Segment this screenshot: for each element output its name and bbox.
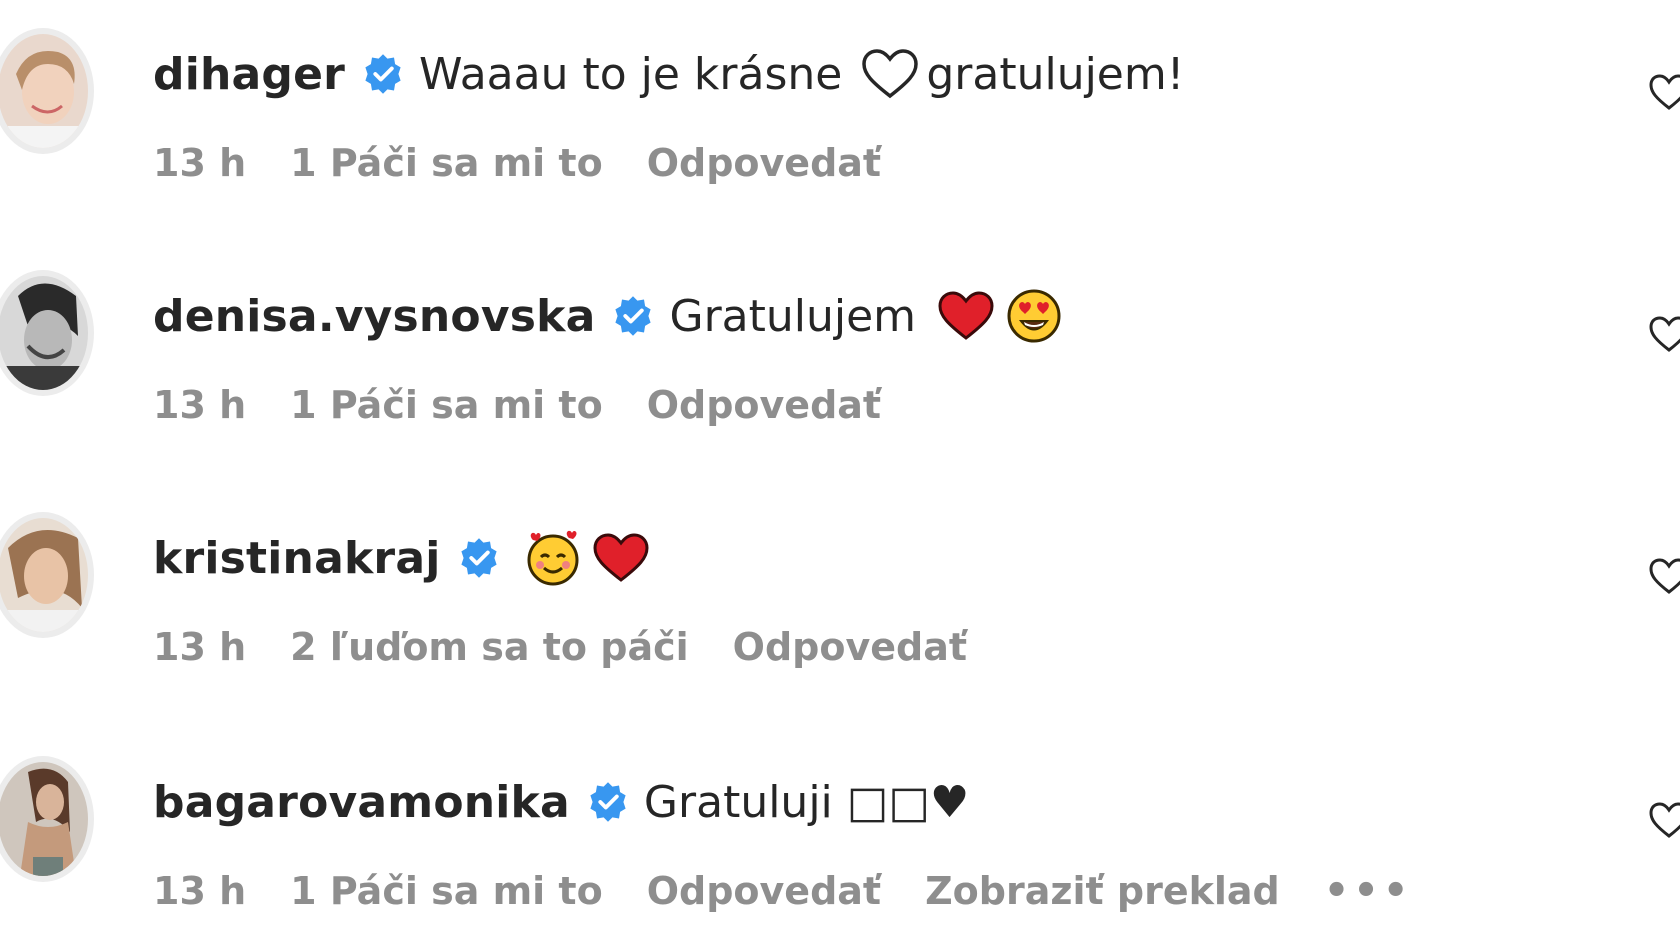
avatar[interactable] [0,270,94,396]
like-heart-icon[interactable] [1648,314,1680,356]
translate-button[interactable]: Zobraziť preklad [925,869,1280,913]
comment-text: Gratulujem [669,290,917,342]
username[interactable]: bagarovamonika [153,777,570,828]
like-heart-icon[interactable] [1648,72,1680,114]
comment-text: Gratuluji □□♥ [643,776,970,828]
like-count[interactable]: 2 ľuďom sa to páči [290,625,688,669]
like-count[interactable]: 1 Páči sa mi to [290,383,603,427]
comment-item: kristinakraj 13 h 2 ľuďom sa to páči Odp… [0,484,1680,674]
like-heart-icon[interactable] [1648,556,1680,598]
reply-button[interactable]: Odpovedať [647,141,881,185]
avatar[interactable] [0,756,94,882]
smiling-hearts-emoji [525,530,581,586]
verified-badge-icon [611,294,655,338]
verified-badge-icon [457,536,501,580]
like-count[interactable]: 1 Páči sa mi to [290,141,603,185]
comment-text-suffix: gratulujem! [926,48,1185,100]
username[interactable]: dihager [153,49,345,100]
comment-item: bagarovamonika Gratuluji □□♥ 13 h 1 Páči… [0,728,1680,918]
comment-time[interactable]: 13 h [153,625,246,669]
comment-item: denisa.vysnovska Gratulujem 13 h 1 Páči … [0,242,1680,432]
avatar[interactable] [0,28,94,154]
reply-button[interactable]: Odpovedať [647,869,881,913]
like-heart-icon[interactable] [1648,800,1680,842]
comment-time[interactable]: 13 h [153,383,246,427]
more-options-icon[interactable]: ••• [1324,868,1413,914]
verified-badge-icon [361,52,405,96]
white-heart-emoji [860,48,920,100]
username[interactable]: denisa.vysnovska [153,291,595,342]
reply-button[interactable]: Odpovedať [733,625,967,669]
red-heart-emoji [936,290,996,342]
comment-text: Waaau to je krásne [419,48,843,100]
verified-badge-icon [586,780,630,824]
heart-eyes-emoji [1006,288,1062,344]
reply-button[interactable]: Odpovedať [647,383,881,427]
comment-time[interactable]: 13 h [153,869,246,913]
red-heart-emoji [591,532,651,584]
comment-item: dihager Waaau to je krásne gratulujem! 1… [0,0,1680,190]
username[interactable]: kristinakraj [153,533,441,584]
like-count[interactable]: 1 Páči sa mi to [290,869,603,913]
comment-time[interactable]: 13 h [153,141,246,185]
avatar[interactable] [0,512,94,638]
